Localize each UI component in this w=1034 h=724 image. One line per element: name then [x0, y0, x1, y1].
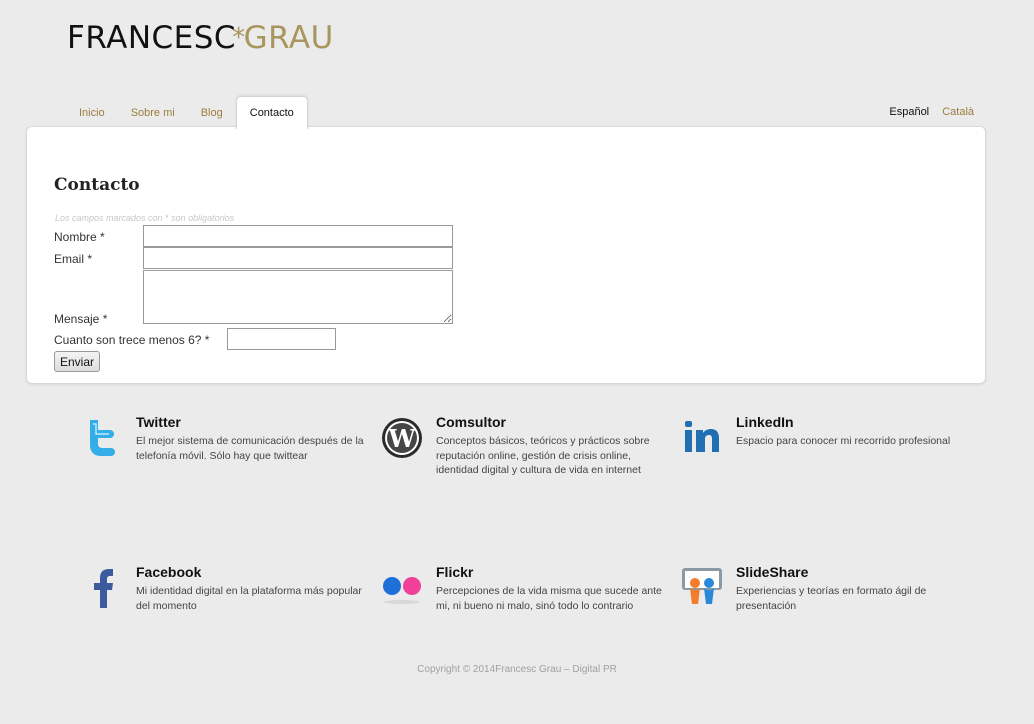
social-title: SlideShare [736, 564, 809, 580]
social-title: Flickr [436, 564, 474, 580]
message-field[interactable] [143, 270, 453, 324]
social-slideshare[interactable]: SlideShare Experiencias y teorías en for… [682, 564, 976, 613]
name-field[interactable] [143, 225, 453, 247]
social-desc: Mi identidad digital en la plataforma má… [136, 585, 362, 612]
logo-first-name: FRANCESC [67, 20, 237, 56]
page-title: Contacto [54, 175, 140, 195]
flickr-icon [383, 577, 421, 604]
wordpress-icon: W [382, 418, 422, 458]
social-linkedin[interactable]: LinkedIn Espacio para conocer mi recorri… [685, 414, 976, 452]
captcha-field[interactable] [227, 328, 336, 350]
social-comsultor[interactable]: W Comsultor Conceptos básicos, teóricos … [382, 414, 676, 478]
tab-sobre-mi[interactable]: Sobre mi [118, 96, 188, 127]
tab-blog[interactable]: Blog [188, 96, 236, 127]
lang-catala[interactable]: Català [942, 106, 974, 118]
social-desc: El mejor sistema de comunicación después… [136, 435, 364, 462]
footer-copyright: Copyright © 2014Francesc Grau – Digital … [417, 664, 617, 675]
submit-button[interactable]: Enviar [54, 351, 101, 372]
social-flickr[interactable]: Flickr Percepciones de la vida misma que… [383, 564, 676, 613]
captcha-label: Cuanto son trece menos 6? * [54, 333, 210, 347]
main-nav: Inicio Sobre mi Blog Contacto [66, 96, 308, 129]
social-title: Facebook [136, 564, 202, 580]
email-field[interactable] [143, 247, 453, 269]
lang-espanol[interactable]: Español [889, 106, 929, 118]
twitter-icon [90, 420, 115, 456]
social-desc: Espacio para conocer mi recorrido profes… [736, 435, 951, 447]
message-label: Mensaje * [54, 312, 108, 326]
social-title: Twitter [136, 414, 181, 430]
site-logo[interactable]: FRANCESC*GRAU [67, 20, 334, 58]
tab-contacto[interactable]: Contacto [235, 96, 308, 129]
contact-panel: Contacto Los campos marcados con * son o… [26, 126, 986, 384]
social-twitter[interactable]: Twitter El mejor sistema de comunicación… [90, 414, 376, 463]
svg-text:W: W [388, 424, 417, 453]
social-title: Comsultor [436, 414, 506, 430]
social-title: LinkedIn [736, 414, 794, 430]
facebook-icon [94, 569, 113, 608]
language-switcher: Español Català [879, 106, 974, 118]
logo-star: * [232, 23, 246, 53]
social-desc: Percepciones de la vida misma que sucede… [436, 585, 662, 612]
slideshare-icon [682, 568, 722, 604]
social-desc: Experiencias y teorías en formato ágil d… [736, 585, 927, 612]
social-desc: Conceptos básicos, teóricos y prácticos … [436, 435, 650, 476]
linkedin-icon [685, 421, 719, 452]
logo-last-name: GRAU [243, 20, 334, 56]
tab-inicio[interactable]: Inicio [66, 96, 118, 127]
email-label: Email * [54, 252, 93, 266]
social-facebook[interactable]: Facebook Mi identidad digital en la plat… [94, 564, 376, 613]
required-note: Los campos marcados con * son obligatori… [55, 213, 235, 223]
name-label: Nombre * [54, 230, 105, 244]
